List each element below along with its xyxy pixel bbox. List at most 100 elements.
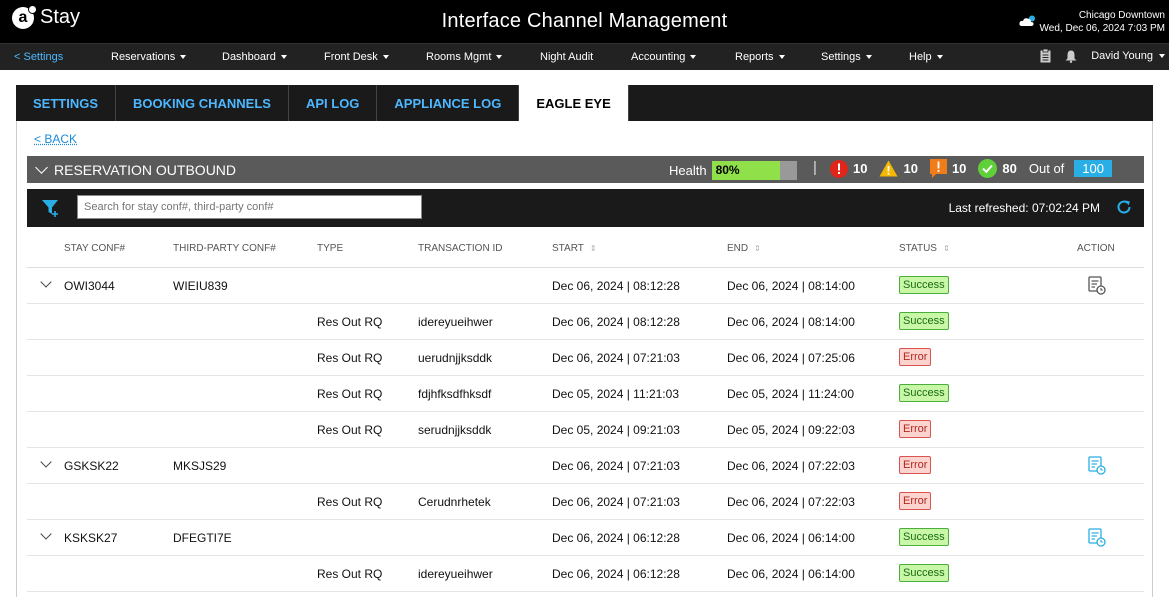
type-cell: Res Out RQ	[317, 423, 383, 437]
table-row[interactable]: Res Out RQ Cerudnrhetek Dec 06, 2024 | 07:…	[27, 484, 1144, 520]
transaction-id-cell: idereyueihwer	[418, 567, 493, 581]
main-nav: < Settings Reservations Dashboard Front …	[0, 43, 1169, 70]
status-badge: Success	[899, 564, 949, 582]
start-cell: Dec 06, 2024 | 08:12:28	[552, 315, 680, 329]
status-badge: Error	[899, 348, 932, 366]
table-row[interactable]: Res Out RQ idereyueihwer Dec 06, 2024 | 06…	[27, 556, 1144, 592]
status-badge: Success	[899, 312, 949, 330]
nav-settings[interactable]: Settings	[821, 51, 872, 63]
caret-down-icon	[690, 55, 697, 59]
tab-eagle-eye[interactable]: EAGLE EYE	[519, 85, 629, 121]
nav-label: Front Desk	[324, 51, 378, 63]
sort-icon: ⇕	[942, 244, 950, 253]
tab-settings[interactable]: SETTINGS	[16, 85, 117, 121]
history-icon[interactable]	[1088, 276, 1106, 295]
refresh-icon[interactable]	[1116, 199, 1132, 215]
col-start[interactable]: START ⇕	[552, 243, 597, 254]
error-count-value: 10	[853, 161, 868, 176]
nav-night-audit[interactable]: Night Audit	[540, 51, 593, 63]
stay-conf-cell: KSKSK27	[64, 531, 118, 545]
end-cell: Dec 06, 2024 | 06:14:00	[727, 531, 855, 545]
transaction-id-cell: Cerudnrhetek	[418, 495, 491, 509]
history-icon[interactable]	[1088, 456, 1106, 475]
end-cell: Dec 06, 2024 | 06:14:00	[727, 567, 855, 581]
health-label: Health	[669, 163, 707, 178]
nav-help[interactable]: Help	[909, 51, 943, 63]
alert-icon	[929, 159, 947, 178]
caret-down-icon	[865, 55, 872, 59]
end-cell: Dec 05, 2024 | 09:22:03	[727, 423, 855, 437]
search-input[interactable]	[77, 195, 422, 219]
status-badge: Error	[899, 456, 932, 474]
hotel-info: Chicago Downtown Wed, Dec 06, 2024 7:03 …	[1040, 9, 1165, 35]
app-window: a Stay Interface Channel Management Chic…	[0, 0, 1169, 597]
user-menu[interactable]: David Young	[1091, 50, 1165, 62]
error-count: 10	[830, 159, 868, 178]
col-label: ACTION	[1077, 243, 1115, 254]
start-cell: Dec 06, 2024 | 06:12:28	[552, 567, 680, 581]
page-title: Interface Channel Management	[441, 10, 728, 32]
chevron-down-icon[interactable]	[40, 456, 52, 468]
end-cell: Dec 06, 2024 | 08:14:00	[727, 315, 855, 329]
warning-count: 10	[879, 160, 918, 177]
out-of-label: Out of	[1028, 161, 1065, 176]
nav-front-desk[interactable]: Front Desk	[324, 51, 389, 63]
tab-appliance-log[interactable]: APPLIANCE LOG	[377, 85, 520, 121]
nav-accounting[interactable]: Accounting	[631, 51, 697, 63]
total-count: 100	[1074, 160, 1112, 177]
hotel-name: Chicago Downtown	[1078, 10, 1165, 21]
content-area: < BACK RESERVATION OUTBOUND Health 80% |…	[16, 121, 1153, 597]
history-icon[interactable]	[1088, 528, 1106, 547]
start-cell: Dec 05, 2024 | 11:21:03	[552, 387, 679, 401]
nav-dashboard[interactable]: Dashboard	[222, 51, 287, 63]
tab-api-log[interactable]: API LOG	[289, 85, 378, 121]
nav-label: Help	[909, 51, 932, 63]
divider: |	[813, 159, 817, 176]
last-refreshed: Last refreshed: 07:02:24 PM	[949, 201, 1100, 215]
chevron-down-icon[interactable]	[40, 276, 52, 288]
transaction-id-cell: uerudnjjksddk	[418, 351, 493, 365]
type-cell: Res Out RQ	[317, 495, 383, 509]
table-row[interactable]: Res Out RQ fdjhfksdfhksdf Dec 05, 2024 | 1…	[27, 376, 1144, 412]
success-count: 80	[978, 159, 1017, 178]
col-action: ACTION	[1077, 243, 1115, 254]
error-icon	[830, 159, 848, 178]
nav-label: Dashboard	[222, 51, 276, 63]
stay-conf-cell: OWI3044	[64, 279, 115, 293]
tab-booking-channels[interactable]: BOOKING CHANNELS	[116, 85, 289, 121]
caret-down-icon	[778, 55, 785, 59]
tab-bar: SETTINGS BOOKING CHANNELS API LOG APPLIA…	[16, 85, 1153, 121]
panel-header[interactable]: RESERVATION OUTBOUND Health 80% | 10 10	[27, 156, 1144, 183]
table-row[interactable]: Res Out RQ uerudnjjksddk Dec 06, 2024 | 07…	[27, 340, 1144, 376]
third-party-cell: WIEIU839	[173, 279, 228, 293]
nav-reservations[interactable]: Reservations	[111, 51, 187, 63]
col-status[interactable]: STATUS ⇕	[899, 243, 950, 254]
nav-back-settings[interactable]: < Settings	[14, 51, 63, 63]
start-cell: Dec 06, 2024 | 07:21:03	[552, 351, 680, 365]
clipboard-icon[interactable]	[1040, 49, 1051, 63]
col-third-party: THIRD-PARTY CONF#	[173, 243, 276, 254]
type-cell: Res Out RQ	[317, 387, 383, 401]
sort-icon: ⇕	[754, 244, 761, 253]
col-end[interactable]: END ⇕	[727, 243, 761, 254]
nav-reports[interactable]: Reports	[735, 51, 785, 63]
table-group-row[interactable]: OWI3044 WIEIU839 Dec 06, 2024 | 08:12:28 De…	[27, 268, 1144, 304]
table-row[interactable]: Res Out RQ idereyueihwer Dec 06, 2024 | 08…	[27, 304, 1144, 340]
col-label: START	[552, 243, 584, 254]
col-label: STATUS	[899, 243, 937, 254]
start-cell: Dec 06, 2024 | 07:21:03	[552, 495, 680, 509]
filter-icon[interactable]	[41, 198, 61, 218]
back-link[interactable]: < BACK	[34, 132, 77, 146]
third-party-cell: MKSJS29	[173, 459, 227, 473]
col-label: THIRD-PARTY CONF#	[173, 243, 276, 254]
table-header: STAY CONF# THIRD-PARTY CONF# TYPE TRANSA…	[27, 227, 1144, 268]
table-group-row[interactable]: KSKSK27 DFEGTI7E Dec 06, 2024 | 06:12:28 De…	[27, 520, 1144, 556]
nav-rooms-mgmt[interactable]: Rooms Mgmt	[426, 51, 503, 63]
chevron-down-icon[interactable]	[40, 528, 52, 540]
table-row[interactable]: Res Out RQ serudnjjksddk Dec 05, 2024 | 09…	[27, 412, 1144, 448]
transaction-id-cell: idereyueihwer	[418, 315, 493, 329]
caret-down-icon	[180, 55, 187, 59]
bell-icon[interactable]	[1065, 50, 1077, 63]
caret-down-icon	[280, 55, 287, 59]
table-group-row[interactable]: GSKSK22 MKSJS29 Dec 06, 2024 | 07:21:03 Dec…	[27, 448, 1144, 484]
